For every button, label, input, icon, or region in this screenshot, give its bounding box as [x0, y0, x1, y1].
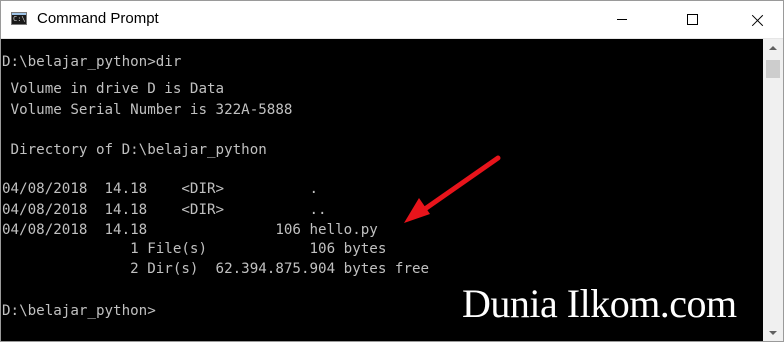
- console-line: 04/08/2018 14.18 <DIR> ..: [2, 202, 327, 218]
- window-title: Command Prompt: [37, 10, 159, 27]
- title-bar[interactable]: C:\ Command Prompt: [1, 1, 783, 39]
- vertical-scrollbar[interactable]: [763, 39, 783, 341]
- close-button[interactable]: [735, 1, 781, 38]
- minimize-icon: [617, 19, 627, 20]
- watermark-logo: Dunia Ilkom.com: [462, 281, 737, 326]
- maximize-icon: [686, 14, 698, 25]
- scroll-down-button[interactable]: [763, 324, 783, 341]
- cmd-icon: C:\: [11, 12, 27, 25]
- console-line: 04/08/2018 14.18 <DIR> .: [2, 181, 319, 197]
- arrow-down-icon: [769, 330, 777, 335]
- minimize-button[interactable]: [599, 1, 645, 38]
- close-icon: [752, 14, 764, 26]
- scroll-thumb[interactable]: [766, 60, 780, 78]
- console-line: Volume in drive D is Data: [2, 81, 225, 97]
- console-prompt: D:\belajar_python>: [2, 303, 156, 319]
- console-line: 2 Dir(s) 62.394.875.904 bytes free: [2, 261, 430, 277]
- console-line: 04/08/2018 14.18 106 hello.py: [2, 222, 378, 238]
- arrow-up-icon: [769, 45, 777, 50]
- maximize-button[interactable]: [669, 1, 715, 38]
- console-line: 1 File(s) 106 bytes: [2, 241, 387, 257]
- console-line: D:\belajar_python>dir: [2, 54, 182, 70]
- console-line: Directory of D:\belajar_python: [2, 142, 267, 158]
- console-line: Volume Serial Number is 322A-5888: [2, 102, 293, 118]
- scroll-up-button[interactable]: [763, 39, 783, 56]
